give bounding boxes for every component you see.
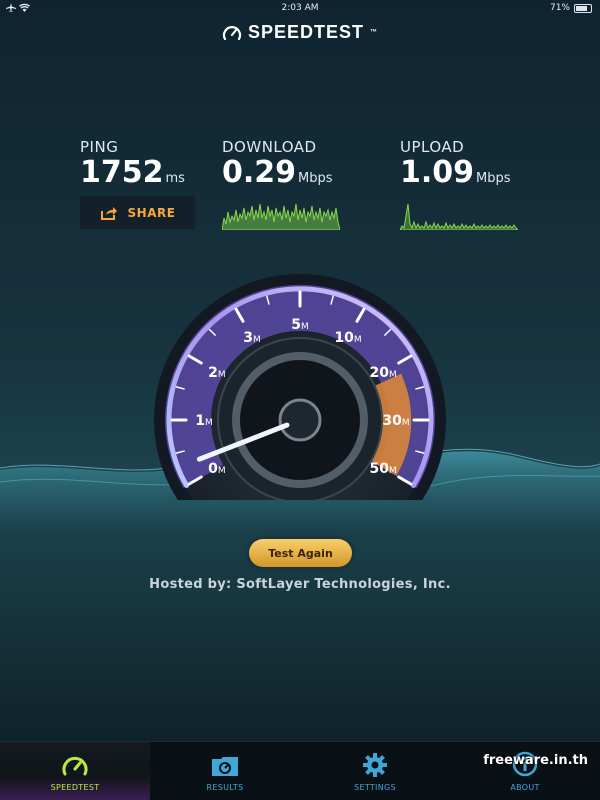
upload-label: UPLOAD <box>400 138 465 156</box>
tab-bar: SPEEDTEST RESULTS SETTINGS ABOUT <box>0 741 600 800</box>
tab-results-label: RESULTS <box>206 783 244 792</box>
ping-metric: PING 1752 ms <box>80 138 185 196</box>
download-value-line: 0.29 Mbps <box>222 156 333 196</box>
battery-icon <box>574 3 592 13</box>
battery-percent: 71% <box>549 3 570 13</box>
status-right: 71% <box>550 3 592 13</box>
tab-settings-label: SETTINGS <box>354 783 396 792</box>
share-icon <box>100 206 117 220</box>
trademark: ™ <box>370 29 379 36</box>
ping-value: 1752 <box>80 155 164 190</box>
tab-results[interactable]: RESULTS <box>150 742 300 800</box>
ping-label: PING <box>80 138 119 156</box>
upload-unit: Mbps <box>476 171 511 186</box>
results-folder-icon <box>212 757 238 776</box>
watermark: freeware.in.th <box>483 753 588 768</box>
test-again-button[interactable]: Test Again <box>249 539 352 567</box>
app-logo: SPEEDTEST ™ <box>0 22 600 43</box>
ping-unit: ms <box>165 171 185 186</box>
download-metric: DOWNLOAD 0.29 Mbps <box>222 138 333 196</box>
upload-graph <box>400 203 518 230</box>
gauge-hub <box>278 398 322 442</box>
tab-about-label: ABOUT <box>510 783 540 792</box>
download-graph <box>222 203 340 230</box>
upload-value-line: 1.09 Mbps <box>400 156 511 196</box>
download-label: DOWNLOAD <box>222 138 317 156</box>
share-label: SHARE <box>127 205 176 220</box>
tab-speedtest-label: SPEEDTEST <box>50 783 100 792</box>
tab-settings[interactable]: SETTINGS <box>300 742 450 800</box>
app-title: SPEEDTEST <box>247 22 365 42</box>
speedometer-logo-icon <box>222 25 242 40</box>
status-time: 2:03 AM <box>281 3 319 13</box>
gear-icon <box>363 753 387 777</box>
speed-gauge: 0M1M2M3M5M10M20M30M50M <box>154 274 446 500</box>
tab-speedtest[interactable]: SPEEDTEST <box>0 742 150 800</box>
upload-value: 1.09 <box>400 155 475 190</box>
tab-about[interactable]: ABOUT <box>450 742 600 800</box>
status-bar: 2:03 AM 71% <box>0 0 600 18</box>
ping-value-line: 1752 ms <box>80 156 185 196</box>
upload-metric: UPLOAD 1.09 Mbps <box>400 138 511 196</box>
share-button[interactable]: SHARE <box>80 196 195 229</box>
gauge-icon <box>62 756 88 776</box>
hosted-by-text: Hosted by: SoftLayer Technologies, Inc. <box>149 577 451 592</box>
download-value: 0.29 <box>222 155 297 190</box>
download-unit: Mbps <box>298 171 333 186</box>
